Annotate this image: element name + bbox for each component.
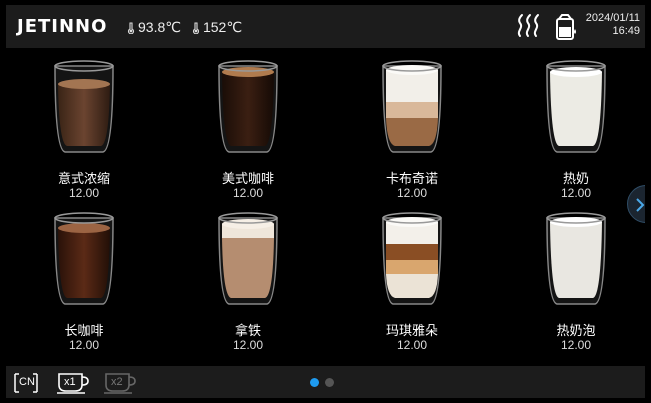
drink-name: 拿铁	[234, 323, 261, 338]
status-icons	[515, 13, 579, 41]
drink-item-hot-milk-foam[interactable]: 热奶泡 12.00	[516, 208, 636, 360]
date-text: 2024/01/11	[585, 12, 640, 24]
drink-name: 热奶	[562, 171, 589, 186]
header-bar: JETINNO 93.8℃ 152℃ 2024/01/11 16:49	[6, 5, 645, 48]
drink-price: 12.00	[560, 338, 592, 352]
coffee-menu-screen: JETINNO 93.8℃ 152℃ 2024/01/11 16:49 意式浓缩…	[6, 5, 645, 398]
drink-price: 12.00	[232, 338, 264, 352]
drink-item-espresso[interactable]: 意式浓缩 12.00	[24, 56, 144, 208]
chevron-right-icon	[636, 198, 645, 212]
steam-icon[interactable]	[515, 13, 543, 39]
drink-name: 美式咖啡	[221, 171, 274, 186]
drink-name: 玛琪雅朵	[385, 323, 438, 338]
macchiato-cup-icon	[382, 212, 442, 305]
single-cup-button[interactable]: x1	[56, 371, 92, 398]
drink-price: 12.00	[68, 186, 100, 200]
long-coffee-cup-icon	[54, 212, 114, 305]
drink-item-cappuccino[interactable]: 卡布奇诺 12.00	[352, 56, 472, 208]
drink-item-macchiato[interactable]: 玛琪雅朵 12.00	[352, 208, 472, 360]
double-cup-label: x2	[111, 376, 123, 388]
boiler-temperature: 93.8℃	[126, 19, 181, 36]
thermometer-icon	[192, 21, 199, 34]
double-cup-button[interactable]: x2	[103, 371, 139, 398]
page-indicator	[310, 378, 334, 387]
drink-item-long-coffee[interactable]: 长咖啡 12.00	[24, 208, 144, 360]
drink-name: 卡布奇诺	[385, 171, 438, 186]
drink-price: 12.00	[68, 338, 100, 352]
steam-temperature-value: 152℃	[202, 19, 243, 35]
drink-item-americano[interactable]: 美式咖啡 12.00	[188, 56, 308, 208]
drink-price: 12.00	[396, 186, 428, 200]
brand-logo: JETINNO	[17, 16, 108, 37]
cappuccino-cup-icon	[382, 60, 442, 153]
single-cup-label: x1	[64, 376, 76, 388]
drink-price: 12.00	[396, 338, 428, 352]
hot-milk-cup-icon	[546, 60, 606, 153]
page-dot-2[interactable]	[325, 378, 334, 387]
americano-cup-icon	[218, 60, 278, 153]
temperature-readouts: 93.8℃ 152℃	[126, 19, 242, 36]
latte-cup-icon	[218, 212, 278, 305]
drink-item-hot-milk[interactable]: 热奶 12.00	[516, 56, 636, 208]
steam-temperature: 152℃	[191, 19, 242, 36]
drink-name: 意式浓缩	[57, 171, 110, 186]
milk-container-icon[interactable]	[553, 13, 579, 41]
espresso-cup-icon	[54, 60, 114, 153]
hot-milk-foam-cup-icon	[546, 212, 606, 305]
boiler-temperature-value: 93.8℃	[138, 19, 181, 35]
thermometer-icon	[127, 21, 135, 34]
date-time: 2024/01/11 16:49	[586, 12, 640, 38]
language-label: CN	[19, 376, 35, 388]
language-button[interactable]: CN	[12, 371, 40, 398]
drink-name: 长咖啡	[64, 323, 104, 338]
page-dot-1[interactable]	[310, 378, 319, 387]
time-text: 16:49	[612, 25, 640, 37]
drink-item-latte[interactable]: 拿铁 12.00	[188, 208, 308, 360]
drink-price: 12.00	[232, 186, 264, 200]
drink-name: 热奶泡	[556, 323, 596, 338]
drink-price: 12.00	[560, 186, 592, 200]
footer-bar: CN x1 x2	[6, 366, 645, 398]
